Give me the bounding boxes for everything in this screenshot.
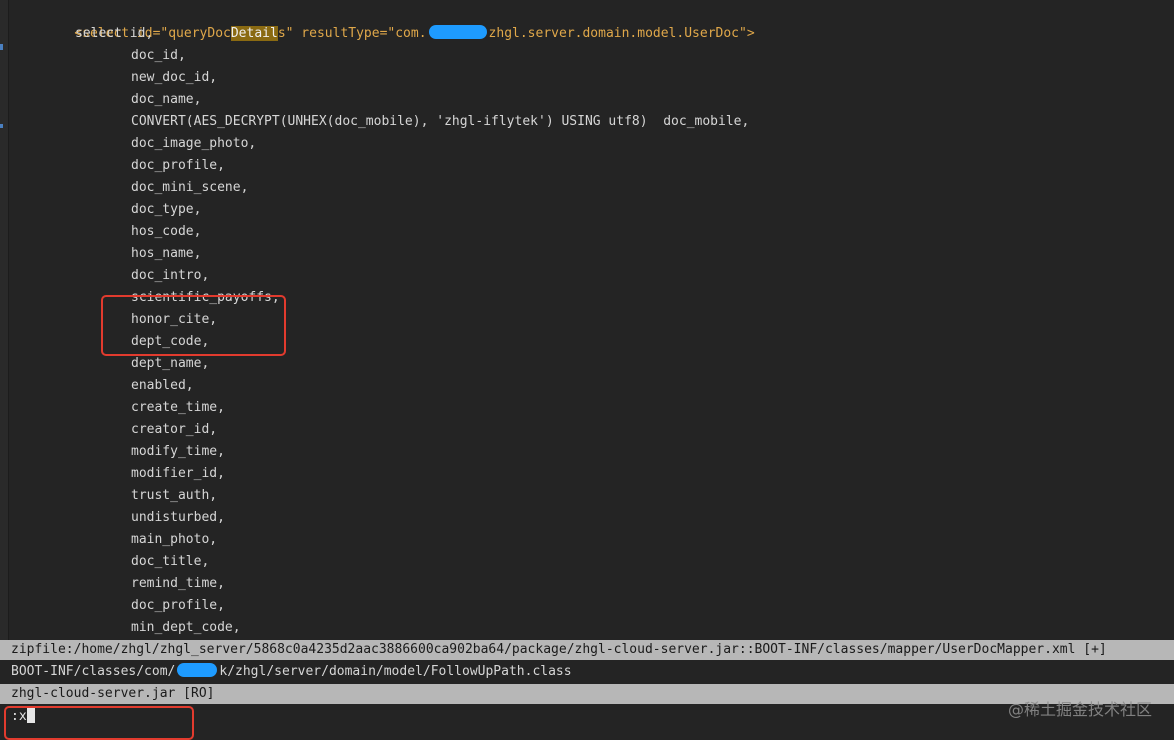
select-keyword-line: select id, (75, 26, 154, 41)
sql-column: hos_code, (131, 224, 202, 239)
sql-column: doc_type, (131, 202, 202, 217)
sql-column: doc_profile, (131, 598, 225, 613)
sql-column: hos_name, (131, 246, 202, 261)
annotation-box-command (4, 706, 194, 740)
sql-column: doc_title, (131, 554, 210, 569)
sql-column: doc_id, (131, 48, 186, 63)
redaction-mark (428, 25, 487, 39)
class-path-prefix: BOOT-INF/classes/com/ (11, 664, 176, 679)
sql-column: creator_id, (131, 422, 218, 437)
sql-column: new_doc_id, (131, 70, 218, 85)
sql-column: remind_time, (131, 576, 225, 591)
select-tag-mid: s" resultType="com. (277, 26, 427, 41)
sql-column: trust_auth, (131, 488, 218, 503)
select-tag-suffix: zhgl.server.domain.model.UserDoc"> (488, 26, 755, 41)
sql-column: doc_intro, (131, 268, 210, 283)
status-line-zipfile: zipfile:/home/zhgl/zhgl_server/5868c0a42… (0, 640, 1174, 660)
search-highlight: Detail (230, 26, 278, 41)
sql-column: modify_time, (131, 444, 225, 459)
sql-column: modifier_id, (131, 466, 225, 481)
sql-column: doc_name, (131, 92, 202, 107)
annotation-box-columns (101, 295, 286, 356)
redaction-mark (177, 663, 218, 677)
sql-column: doc_profile, (131, 158, 225, 173)
status-line-class: BOOT-INF/classes/com/k/zhgl/server/domai… (0, 662, 1174, 682)
select-open-line: <select id="queryDocDetails" resultType=… (43, 1, 755, 41)
status-line-jar: zhgl-cloud-server.jar [RO] (0, 684, 1174, 704)
sql-column: dept_name, (131, 356, 210, 371)
sql-column: doc_mini_scene, (131, 180, 249, 195)
sql-column: doc_image_photo, (131, 136, 257, 151)
sql-column: main_photo, (131, 532, 218, 547)
sql-column: min_dept_code, (131, 620, 241, 635)
sql-column: CONVERT(AES_DECRYPT(UNHEX(doc_mobile), '… (131, 114, 750, 129)
sql-column: enabled, (131, 378, 194, 393)
class-path-suffix: k/zhgl/server/domain/model/FollowUpPath.… (219, 664, 572, 679)
watermark: @稀土掘金技术社区 (1007, 700, 1152, 719)
sql-column: undisturbed, (131, 510, 225, 525)
sql-column: create_time, (131, 400, 225, 415)
